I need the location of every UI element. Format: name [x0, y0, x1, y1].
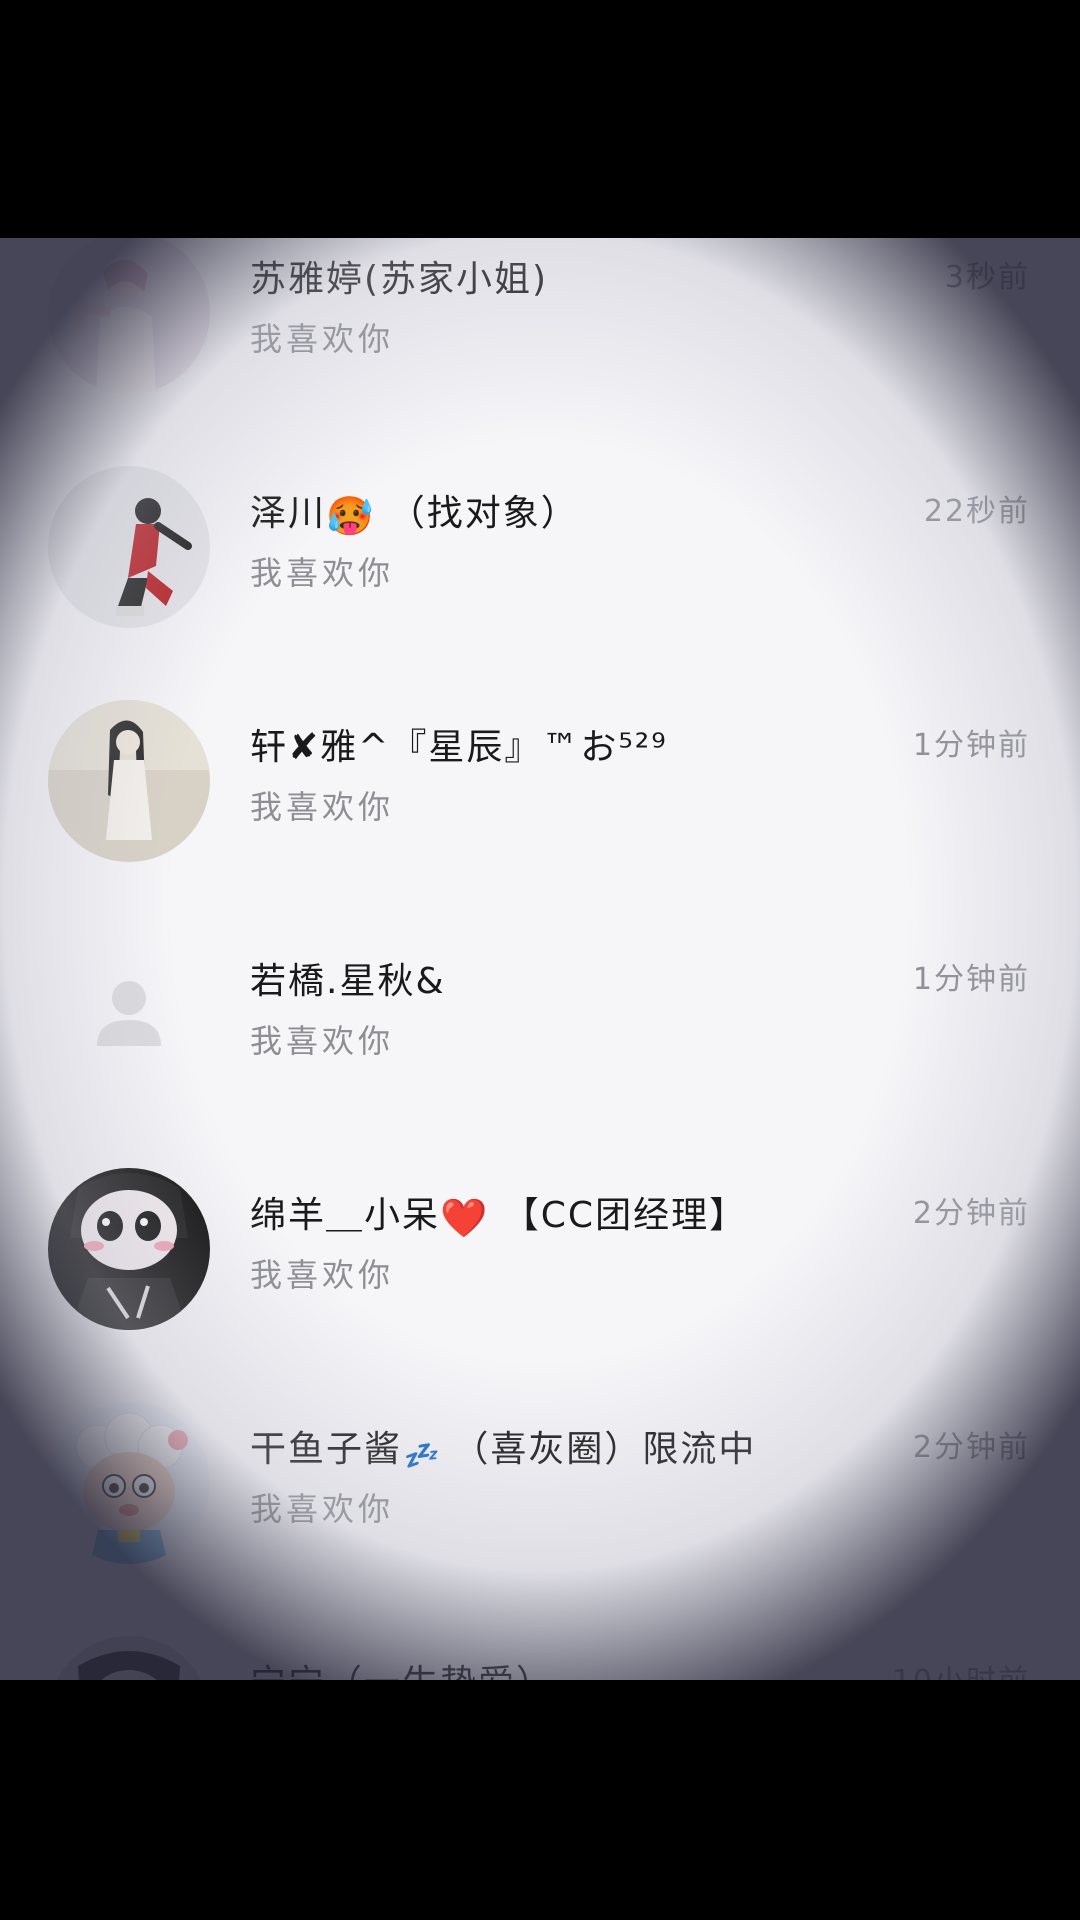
chat-row[interactable]: 宁宁（一生挚爱） 10小时前 — [0, 1636, 1080, 1680]
message-preview: 我喜欢你 — [250, 788, 395, 826]
avatar-girl-pink-icon — [48, 238, 210, 394]
avatar[interactable] — [48, 1636, 210, 1680]
chat-list-screen: 苏雅婷(苏家小姐) 我喜欢你 3秒前 泽川🥵 （找对象） 我喜欢你 22秒前 轩… — [0, 238, 1080, 1680]
chat-row[interactable]: 若橋.星秋& 我喜欢你 1分钟前 — [0, 934, 1080, 1134]
contact-name: 轩✘雅^『星辰』™お⁵²⁹ — [250, 727, 668, 768]
red-heart-icon: ❤️ — [440, 1196, 490, 1240]
message-preview: 我喜欢你 — [250, 554, 395, 592]
avatar[interactable] — [48, 1168, 210, 1330]
contact-name: 苏雅婷(苏家小姐) — [250, 259, 549, 300]
avatar[interactable] — [48, 1402, 210, 1564]
contact-name: 若橋.星秋& — [250, 961, 446, 1002]
message-preview: 我喜欢你 — [250, 1256, 395, 1294]
avatar-boy-partial-icon — [48, 1636, 210, 1680]
avatar-cartoon-sheep-icon — [48, 1402, 210, 1564]
message-time: 2分钟前 — [912, 1196, 1030, 1231]
chat-row[interactable]: 轩✘雅^『星辰』™お⁵²⁹ 我喜欢你 1分钟前 — [0, 700, 1080, 900]
avatar[interactable] — [48, 466, 210, 628]
contact-name: 干鱼子酱💤 （喜灰圈）限流中 — [250, 1429, 757, 1472]
message-preview: 我喜欢你 — [250, 1490, 395, 1528]
contact-name: 绵羊＿小呆❤️ 【CC团经理】 — [250, 1195, 748, 1240]
top-black-bar — [0, 0, 1080, 238]
hot-face-emoji-icon: 🥵 — [326, 494, 376, 538]
chat-row[interactable]: 泽川🥵 （找对象） 我喜欢你 22秒前 — [0, 466, 1080, 666]
message-time: 22秒前 — [923, 494, 1030, 529]
message-time: 1分钟前 — [912, 962, 1030, 997]
avatar[interactable] — [48, 700, 210, 862]
bottom-black-bar — [0, 1680, 1080, 1920]
message-time: 10小时前 — [892, 1656, 1030, 1680]
chat-row[interactable]: 苏雅婷(苏家小姐) 我喜欢你 3秒前 — [0, 238, 1080, 432]
message-time: 3秒前 — [944, 260, 1030, 295]
avatar-boy-red-icon — [48, 466, 210, 628]
avatar-girl-sketch-icon — [48, 700, 210, 862]
avatar[interactable] — [48, 934, 210, 1096]
avatar-anime-dark-icon — [48, 1168, 210, 1330]
contact-name: 宁宁（一生挚爱） — [250, 1654, 554, 1680]
chat-row[interactable]: 干鱼子酱💤 （喜灰圈）限流中 我喜欢你 2分钟前 — [0, 1402, 1080, 1602]
zzz-sleep-icon: 💤 — [402, 1439, 439, 1472]
message-time: 2分钟前 — [912, 1430, 1030, 1465]
message-time: 1分钟前 — [912, 728, 1030, 763]
message-preview: 我喜欢你 — [250, 320, 395, 358]
message-preview: 我喜欢你 — [250, 1022, 395, 1060]
contact-name: 泽川🥵 （找对象） — [250, 493, 579, 538]
default-person-icon — [48, 934, 210, 1096]
avatar[interactable] — [48, 238, 210, 394]
chat-row[interactable]: 绵羊＿小呆❤️ 【CC团经理】 我喜欢你 2分钟前 — [0, 1168, 1080, 1368]
